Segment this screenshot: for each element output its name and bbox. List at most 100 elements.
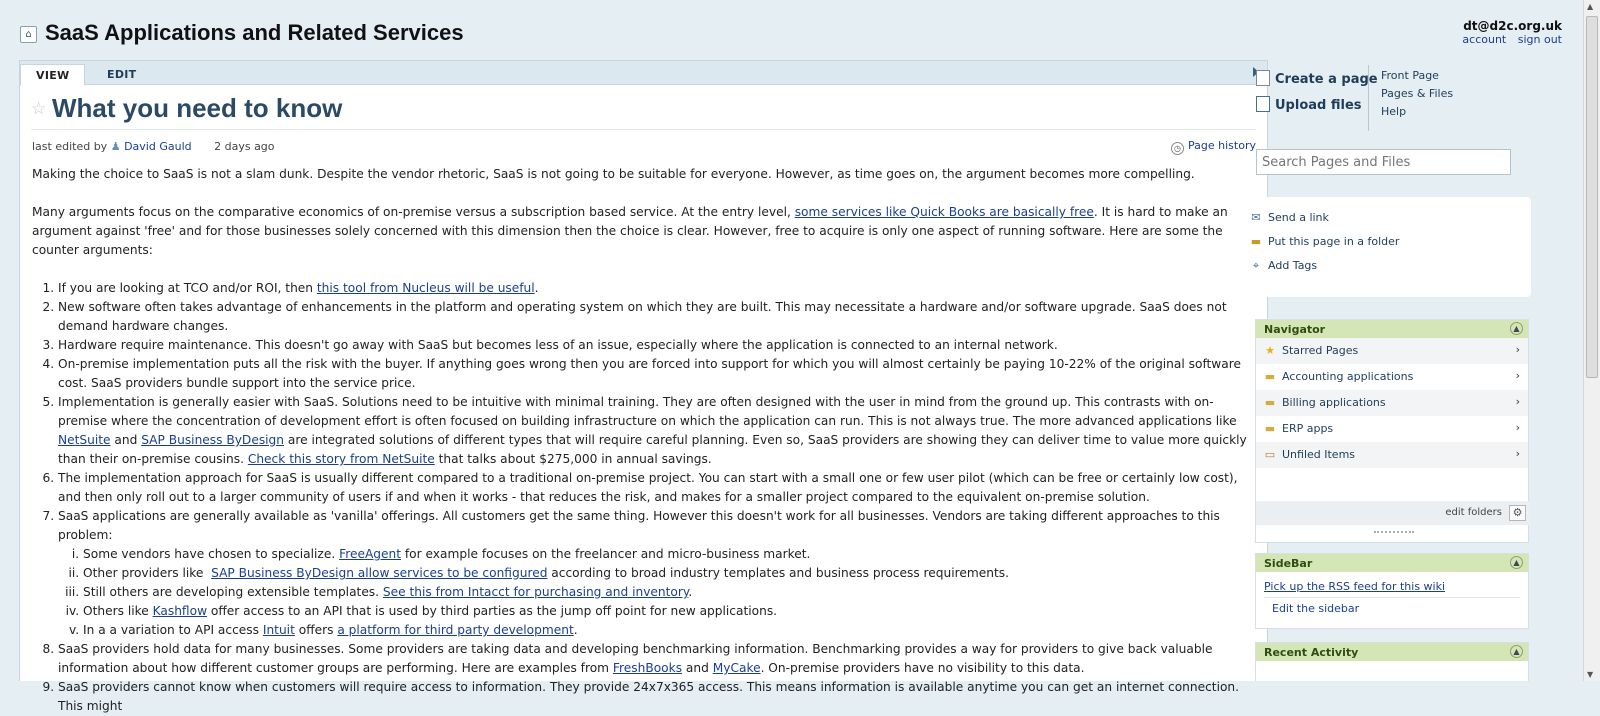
freeagent-link[interactable]: FreeAgent: [339, 547, 401, 561]
home-button[interactable]: ⌂: [20, 26, 37, 43]
paragraph: Many arguments focus on the comparative …: [32, 205, 1228, 257]
scroll-down-icon[interactable]: ▼: [1587, 670, 1593, 679]
star-icon[interactable]: ☆: [31, 99, 46, 119]
scroll-up-icon[interactable]: ▲: [1587, 2, 1593, 11]
navigator-panel: Navigator ▲ ★ Starred Pages › ▬ Accounting …: [1255, 319, 1530, 543]
list-item: On-premise implementation puts all the r…: [58, 355, 1255, 393]
divider: [1368, 65, 1369, 131]
mycake-link[interactable]: MyCake: [713, 661, 761, 675]
page-title: What you need to know: [52, 93, 343, 123]
add-tags-button[interactable]: ⌖ Add Tags: [1249, 259, 1317, 273]
kashflow-link[interactable]: Kashflow: [153, 604, 207, 618]
netsuite-link[interactable]: NetSuite: [58, 433, 111, 447]
history-icon: ◷: [1171, 142, 1185, 155]
help-link[interactable]: Help: [1381, 105, 1406, 118]
sublist-item: Others like Kashflow offer access to an …: [83, 602, 1255, 621]
send-link-button[interactable]: ✉ Send a link: [1249, 211, 1329, 224]
edit-folders[interactable]: edit folders ⚙: [1256, 501, 1530, 525]
recent-activity-panel: Recent Activity ▲: [1255, 642, 1529, 681]
signout-link[interactable]: sign out: [1518, 33, 1562, 46]
nucleus-link[interactable]: this tool from Nucleus will be useful: [317, 281, 535, 295]
create-page-icon: [1256, 70, 1270, 86]
front-page-link[interactable]: Front Page: [1381, 69, 1439, 82]
page-meta: last edited by ♟ David Gauld 2 days ago …: [31, 129, 1256, 157]
sidebar-panel: SideBar ▲ Pick up the RSS feed for this …: [1255, 553, 1529, 629]
list-item: Implementation is generally easier with …: [58, 393, 1255, 469]
author-link[interactable]: David Gauld: [124, 140, 192, 153]
nav-item-starred[interactable]: ★ Starred Pages ›: [1256, 338, 1528, 364]
list-item: SaaS applications are generally availabl…: [58, 507, 1255, 640]
edited-time: 2 days ago: [214, 140, 275, 153]
user-icon: ♟: [110, 140, 121, 153]
create-page-button[interactable]: Create a page: [1256, 70, 1378, 87]
gear-icon[interactable]: ⚙: [1509, 505, 1526, 521]
list-item: SaaS providers cannot know when customer…: [58, 678, 1255, 716]
resize-handle[interactable]: [1374, 531, 1414, 535]
sublist-item: Some vendors have chosen to specialize. …: [83, 545, 1255, 564]
folder-icon: ▬: [1264, 370, 1276, 383]
star-icon: ★: [1265, 344, 1275, 357]
meta-prefix: last edited by: [32, 140, 108, 153]
nav-item-erp[interactable]: ▬ ERP apps ›: [1256, 416, 1528, 442]
intacct-link[interactable]: See this from Intacct for purchasing and…: [383, 585, 688, 599]
list-item: SaaS providers hold data for many busine…: [58, 640, 1255, 678]
home-icon: ⌂: [25, 29, 32, 40]
nav-item-unfiled[interactable]: ▭ Unfiled Items ›: [1256, 442, 1528, 468]
collapse-icon[interactable]: ▲: [1510, 645, 1523, 658]
chevron-right-icon: ›: [1515, 447, 1520, 460]
freshbooks-link[interactable]: FreshBooks: [613, 661, 682, 675]
list-item: If you are looking at TCO and/or ROI, th…: [58, 279, 1255, 298]
upload-files-button[interactable]: Upload files: [1256, 96, 1362, 113]
chevron-right-icon: ›: [1515, 395, 1520, 408]
user-email: dt@d2c.org.uk: [1463, 19, 1562, 33]
chevron-right-icon: ›: [1515, 421, 1520, 434]
page-content: Making the choice to SaaS is not a slam …: [20, 157, 1267, 716]
page-tools: ✉ Send a link ▬ Put this page in a folder …: [1239, 197, 1531, 297]
scroll-thumb[interactable]: [1586, 16, 1598, 378]
platform-link[interactable]: a platform for third party development: [337, 623, 573, 637]
right-rail: Create a page Upload files Front Page Pa…: [1239, 60, 1531, 681]
edit-sidebar-link[interactable]: Edit the sidebar: [1264, 602, 1520, 615]
put-folder-button[interactable]: ▬ Put this page in a folder: [1249, 235, 1400, 248]
collapse-icon[interactable]: ▲: [1510, 556, 1523, 569]
netsuite-story-link[interactable]: Check this story from NetSuite: [248, 452, 435, 466]
wiki-title[interactable]: SaaS Applications and Related Services: [45, 20, 464, 46]
quickbooks-link[interactable]: some services like Quick Books are basic…: [795, 205, 1094, 219]
user-box: dt@d2c.org.uk account sign out: [1454, 19, 1562, 46]
tag-icon: ⌖: [1252, 259, 1260, 272]
pages-files-link[interactable]: Pages & Files: [1381, 87, 1453, 100]
sublist-item: Still others are developing extensible t…: [83, 583, 1255, 602]
folder-icon: ▬: [1264, 396, 1276, 409]
chevron-right-icon: ›: [1515, 369, 1520, 382]
nav-item-billing[interactable]: ▬ Billing applications ›: [1256, 390, 1528, 416]
navigator-header: Navigator ▲: [1256, 320, 1528, 338]
collapse-icon[interactable]: ▲: [1510, 322, 1523, 335]
main-panel: VIEW EDIT ☆ What you need to know last e…: [19, 60, 1268, 713]
sublist-item: Other providers like SAP Business ByDesi…: [83, 564, 1255, 583]
account-link[interactable]: account: [1462, 33, 1506, 46]
sublist-item: In a a variation to API access Intuit of…: [83, 621, 1255, 640]
tab-bar: VIEW EDIT: [20, 61, 1267, 86]
recent-activity-header: Recent Activity ▲: [1256, 643, 1528, 661]
folder-icon: ▬: [1264, 422, 1276, 435]
sap-bydesign-link[interactable]: SAP Business ByDesign: [141, 433, 284, 447]
folder-icon: ▬: [1250, 235, 1262, 248]
sap-config-link[interactable]: SAP Business ByDesign allow services to …: [211, 566, 547, 580]
argument-list: If you are looking at TCO and/or ROI, th…: [32, 279, 1255, 716]
page-actions: Create a page Upload files Front Page Pa…: [1245, 60, 1531, 195]
paragraph: Making the choice to SaaS is not a slam …: [32, 167, 1195, 181]
header: ⌂ SaaS Applications and Related Services…: [0, 0, 1600, 58]
tab-edit[interactable]: EDIT: [92, 64, 151, 86]
search-input[interactable]: [1256, 149, 1511, 175]
scrollbar[interactable]: ▲ ▼: [1583, 0, 1600, 681]
list-item: The implementation approach for SaaS is …: [58, 469, 1255, 507]
rss-link[interactable]: Pick up the RSS feed for this wiki: [1264, 580, 1520, 593]
list-item: Hardware require maintenance. This doesn…: [58, 336, 1255, 355]
page-header: ☆ What you need to know: [20, 85, 1267, 129]
list-item: New software often takes advantage of en…: [58, 298, 1255, 336]
upload-files-icon: [1256, 96, 1270, 112]
tab-view[interactable]: VIEW: [20, 64, 86, 86]
intuit-link[interactable]: Intuit: [263, 623, 295, 637]
nav-item-accounting[interactable]: ▬ Accounting applications ›: [1256, 364, 1528, 390]
page-history[interactable]: ◷ Page history: [1171, 139, 1256, 155]
